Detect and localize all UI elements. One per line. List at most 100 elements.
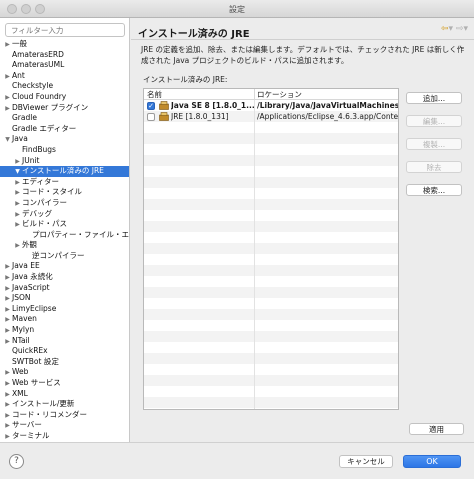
sidebar-item[interactable]: ▶ NTail <box>0 335 129 347</box>
sidebar-item[interactable]: ▶ インストール/更新 <box>0 399 129 410</box>
sidebar-item[interactable]: ▼ Java <box>0 134 129 145</box>
sidebar-item-label: QuickREx <box>12 346 48 356</box>
window-titlebar: 設定 <box>0 0 474 18</box>
sidebar-item[interactable]: ▶ サーバー <box>0 420 129 431</box>
jre-table: 名前 ロケーション ✓ Java SE 8 [1.8.0_1.../Library… <box>143 88 399 410</box>
sidebar-item[interactable]: AmaterasERD <box>0 50 129 61</box>
sidebar-item-label: SWTBot 設定 <box>12 356 59 366</box>
sidebar-item[interactable]: 逆コンパイラー <box>0 250 129 262</box>
jre-location: /Library/Java/JavaVirtualMachines/jdk <box>257 101 399 110</box>
column-divider <box>254 89 255 100</box>
sidebar-item-label: プロパティー・ファイル・エ <box>32 229 130 239</box>
sidebar-item-label: Mylyn <box>12 325 35 335</box>
sidebar-item[interactable]: ▶ JUnit <box>0 156 129 167</box>
sidebar-item[interactable]: Gradle エディター <box>0 123 129 135</box>
sidebar-item-label: 逆コンパイラー <box>32 250 85 260</box>
sidebar-item[interactable]: FindBugs <box>0 144 129 156</box>
sidebar-item-label: NTail <box>12 335 30 345</box>
jre-location: /Applications/Eclipse_4.6.3.app/Conten <box>257 112 399 121</box>
copy-button[interactable]: 複製... <box>406 138 462 150</box>
apply-button[interactable]: 適用 <box>409 423 464 435</box>
jre-list-label: インストール済みの JRE: <box>143 75 228 84</box>
sidebar-item[interactable]: ▶ デバッグ <box>0 208 129 220</box>
sidebar-item[interactable]: プロパティー・ファイル・エ <box>0 229 130 241</box>
sidebar-item[interactable]: ▶ ビルド・パス <box>0 219 129 230</box>
sidebar-item[interactable]: ▶ エディター <box>0 177 129 188</box>
ok-button[interactable]: OK <box>403 455 461 468</box>
table-body: ✓ Java SE 8 [1.8.0_1.../Library/Java/Java… <box>144 100 399 409</box>
jre-name: JRE [1.8.0_131] <box>171 112 229 121</box>
sidebar-item-label: Java <box>12 134 28 144</box>
table-header: 名前 ロケーション <box>144 89 398 100</box>
jre-icon <box>159 101 169 110</box>
back-arrow-icon[interactable]: ⇦ <box>441 24 449 34</box>
sidebar-item[interactable]: ▶ Web <box>0 367 129 378</box>
cancel-button[interactable]: キャンセル <box>339 455 393 468</box>
sidebar-item-label: Cloud Foundry <box>12 91 67 101</box>
remove-button[interactable]: 除去 <box>406 161 462 173</box>
column-header-location[interactable]: ロケーション <box>257 89 302 100</box>
preferences-sidebar: ▶一般AmaterasERDAmaterasUML▶AntCheckstyle▶… <box>0 18 130 442</box>
window-title: 設定 <box>229 5 245 14</box>
header-divider <box>131 39 474 40</box>
sidebar-item[interactable]: ▶ XML <box>0 388 129 400</box>
sidebar-item-label: Web <box>12 367 29 377</box>
page-description: JRE の定義を追加、除去、または編集します。デフォルトでは、チェックされた J… <box>141 45 465 65</box>
forward-dropdown-icon[interactable]: ▾ <box>463 24 468 34</box>
sidebar-item-label: JSON <box>12 293 31 303</box>
add-button[interactable]: 追加... <box>406 92 462 104</box>
sidebar-item[interactable]: ▶ Web サービス <box>0 378 129 389</box>
sidebar-item-label: XML <box>12 388 28 398</box>
history-navigation: ⇦▾ ⇨▾ <box>441 24 468 34</box>
sidebar-item-label: コード・リコメンダー <box>12 409 87 419</box>
preferences-tree: ▶ 一般 AmaterasERD AmaterasUML ▶ Ant Checkstyle ▶… <box>0 39 130 442</box>
sidebar-item-label: Web サービス <box>12 378 61 387</box>
sidebar-item[interactable]: AmaterasUML <box>0 60 129 71</box>
sidebar-item[interactable]: ▶ Java EE <box>0 261 129 272</box>
table-row[interactable]: JRE [1.8.0_131] /Applications/Eclipse_4.6… <box>144 111 399 122</box>
sidebar-item[interactable]: ▶ コード・スタイル <box>0 187 129 198</box>
default-jre-checkbox[interactable] <box>147 113 155 121</box>
back-dropdown-icon[interactable]: ▾ <box>449 24 454 34</box>
sidebar-item-label: Ant <box>12 70 25 80</box>
sidebar-item[interactable]: ▶ JSON <box>0 293 129 304</box>
sidebar-item[interactable]: ▶ LimyEclipse <box>0 304 129 315</box>
chevron-right-icon[interactable]: ▶ <box>3 432 12 442</box>
sidebar-item[interactable]: QuickREx <box>0 346 129 357</box>
table-row[interactable]: ✓ Java SE 8 [1.8.0_1.../Library/Java/Java… <box>144 100 399 111</box>
sidebar-item-label: FindBugs <box>22 144 56 154</box>
sidebar-item-label: ターミナル <box>12 430 50 440</box>
sidebar-item[interactable]: ▶ Java 永続化 <box>0 272 129 283</box>
sidebar-item[interactable]: ▶ コンパイラー <box>0 198 129 209</box>
sidebar-item-label: コード・スタイル <box>22 187 82 197</box>
default-jre-checkbox[interactable]: ✓ <box>147 102 155 110</box>
sidebar-item[interactable]: Checkstyle <box>0 81 129 92</box>
sidebar-item-label: Java EE <box>12 261 40 271</box>
search-button[interactable]: 検索... <box>406 184 462 196</box>
sidebar-item[interactable]: ▶ JavaScript <box>0 282 129 294</box>
filter-input[interactable] <box>5 23 125 37</box>
sidebar-item[interactable]: ▶ Mylyn <box>0 325 129 336</box>
sidebar-item[interactable]: ▶ コード・リコメンダー <box>0 409 129 421</box>
sidebar-item[interactable]: ▶ Cloud Foundry <box>0 91 129 103</box>
column-divider <box>254 100 255 409</box>
column-header-name[interactable]: 名前 <box>147 89 162 100</box>
sidebar-item[interactable]: ▶ 外観 <box>0 240 129 251</box>
sidebar-item[interactable]: ▼ インストール済みの JRE <box>0 166 129 177</box>
sidebar-item[interactable]: Gradle <box>0 113 129 124</box>
sidebar-item[interactable]: ▶ DBViewer プラグイン <box>0 103 129 114</box>
edit-button[interactable]: 編集... <box>406 115 462 127</box>
sidebar-item[interactable]: ▶ 一般 <box>0 39 129 50</box>
sidebar-item[interactable]: ▶ ターミナル <box>0 430 129 442</box>
sidebar-item-label: JavaScript <box>12 282 50 292</box>
sidebar-item-label: デバッグ <box>22 208 52 218</box>
help-icon[interactable]: ? <box>9 454 24 469</box>
sidebar-item-label: Gradle エディター <box>12 123 77 133</box>
sidebar-item-label: AmaterasUML <box>12 60 65 70</box>
sidebar-item[interactable]: SWTBot 設定 <box>0 356 129 368</box>
dialog-footer: ? キャンセル OK <box>0 442 474 479</box>
sidebar-item[interactable]: ▶ Ant <box>0 70 129 82</box>
sidebar-item-label: Gradle <box>12 113 37 123</box>
sidebar-item-label: ビルド・パス <box>22 219 67 229</box>
sidebar-item[interactable]: ▶ Maven <box>0 314 129 325</box>
